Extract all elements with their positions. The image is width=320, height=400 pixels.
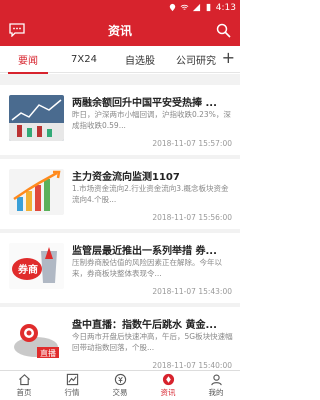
news-item[interactable]: 券商 监管层最近推出一系列举措 券... 压制券商股估值的风险因素正在解除。今年… <box>0 233 240 303</box>
battery-icon <box>206 3 211 12</box>
news-date: 2018-11-07 15:56:00 <box>152 213 232 222</box>
wifi-icon <box>180 4 189 10</box>
news-item[interactable]: 主力资金流向监测1107 1.市场资金流向2.行业资金流向3.概念板块资金流向4… <box>0 159 240 229</box>
news-title: 监管层最近推出一系列举措 券... <box>72 246 217 257</box>
home-icon <box>18 374 30 386</box>
news-summary: 昨日，沪深两市小幅回调，沪指收跌0.23%，深成指收跌0.59... <box>72 110 231 130</box>
news-date: 2018-11-07 15:43:00 <box>152 287 232 296</box>
bottom-nav: 首页 行情 交易 资讯 我的 <box>0 370 240 400</box>
news-summary: 1.市场资金流向2.行业资金流向3.概念板块资金流向4.个股... <box>72 184 229 204</box>
market-icon <box>66 373 78 386</box>
thumb-broker-icon: 券商 <box>9 243 64 289</box>
tab-company-research[interactable]: 公司研究 <box>168 46 224 73</box>
nav-market[interactable]: 行情 <box>48 371 96 400</box>
tab-watchlist[interactable]: 自选股 <box>112 46 168 73</box>
news-item[interactable]: 两融余额回升中国平安受热捧 ... 昨日，沪深两市小幅回调，沪指收跌0.23%，… <box>0 85 240 155</box>
nav-home[interactable]: 首页 <box>0 371 48 400</box>
thumb-growth-icon <box>9 169 64 215</box>
news-date: 2018-11-07 15:40:00 <box>152 361 232 370</box>
news-date: 2018-11-07 15:57:00 <box>152 139 232 148</box>
news-icon <box>162 373 174 386</box>
svg-text:直播: 直播 <box>40 348 56 358</box>
status-bar: 4:13 <box>0 0 240 15</box>
news-title: 盘中直播：指数午后跳水 黄金... <box>72 320 217 331</box>
signal-icon <box>192 3 200 12</box>
search-icon[interactable] <box>216 23 231 38</box>
status-time: 4:13 <box>215 2 236 13</box>
nav-news[interactable]: 资讯 <box>144 371 192 400</box>
news-tabs: 要闻 7X24 自选股 公司研究 + <box>0 46 240 74</box>
svg-text:券商: 券商 <box>17 263 38 276</box>
tab-headlines[interactable]: 要闻 <box>0 46 56 74</box>
trade-icon <box>114 373 126 386</box>
news-title: 两融余额回升中国平安受热捧 ... <box>72 98 217 109</box>
app-bar: 资讯 <box>0 15 240 46</box>
page-title: 资讯 <box>107 24 132 38</box>
profile-icon <box>210 374 222 386</box>
location-icon <box>169 3 175 12</box>
thumb-chart-icon <box>9 95 64 141</box>
nav-trade[interactable]: 交易 <box>96 371 144 400</box>
tab-7x24[interactable]: 7X24 <box>56 46 112 73</box>
nav-profile[interactable]: 我的 <box>192 371 240 400</box>
news-summary: 今日两市开盘后快速冲高，午后，5G板块快速幅回带动指数回落，个股... <box>72 332 233 352</box>
news-summary: 压制券商股估值的风险因素正在解除。今年以来，券商板块整体表现令... <box>72 258 222 278</box>
news-feed[interactable]: 两融余额回升中国平安受热捧 ... 昨日，沪深两市小幅回调，沪指收跌0.23%，… <box>0 74 240 370</box>
news-title: 主力资金流向监测1107 <box>72 172 180 183</box>
news-item[interactable]: 直播 盘中直播：指数午后跳水 黄金... 今日两市开盘后快速冲高，午后，5G板块… <box>0 307 240 370</box>
thumb-live-icon: 直播 <box>9 317 64 363</box>
message-icon[interactable] <box>9 23 25 37</box>
add-tab-icon[interactable]: + <box>222 48 235 67</box>
